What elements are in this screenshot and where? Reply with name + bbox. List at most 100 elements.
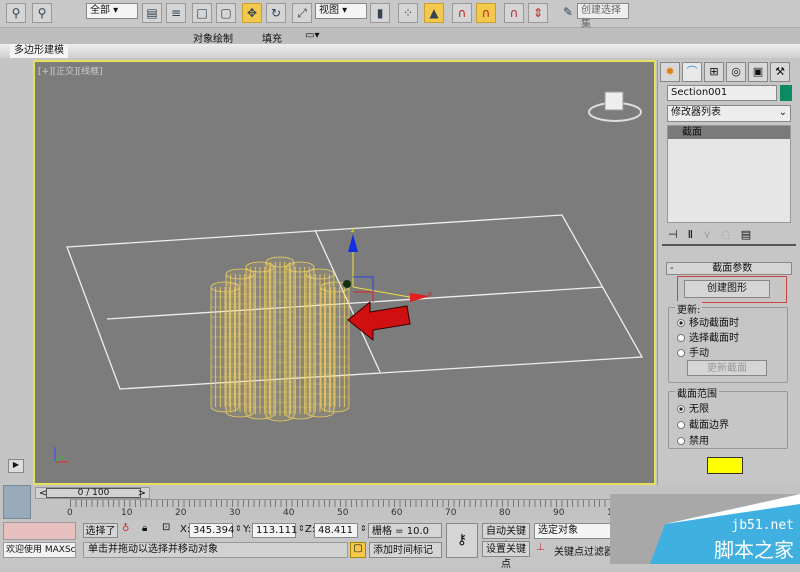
object-name-input[interactable]: Section001 <box>667 85 777 101</box>
hierarchy-tab-icon[interactable]: ⊞ <box>704 62 724 82</box>
radio-section-boundary[interactable]: 截面边界 <box>677 416 729 431</box>
keyboard-shortcut-icon[interactable]: ▲ <box>424 3 444 23</box>
time-slider-thumb[interactable]: 0 / 100 <box>46 488 141 498</box>
remove-modifier-icon[interactable]: ◌ <box>721 228 741 241</box>
pin-stack-icon[interactable]: ⊣ <box>668 228 688 241</box>
select-scale-icon[interactable]: ⤢ <box>292 3 312 23</box>
frame-tick-label: 0 <box>67 508 73 518</box>
set-key-icon[interactable]: ⚷ <box>446 523 478 558</box>
ribbon-options-icon[interactable]: ▭▾ <box>305 30 319 41</box>
ribbon-populate[interactable]: 填充 <box>262 30 282 45</box>
frame-tick-label: 90 <box>553 508 565 518</box>
viewport[interactable]: [+][正交][线框] x z <box>33 60 656 485</box>
snap-toggle-icon[interactable]: ∩ <box>452 3 472 23</box>
annotation-arrow <box>347 300 411 342</box>
select-move-icon[interactable]: ✥ <box>242 3 262 23</box>
selection-status: 选择了 <box>83 523 118 538</box>
radio-off[interactable]: 禁用 <box>677 432 709 447</box>
welcome-text: 欢迎使用 MAXSc <box>3 542 76 558</box>
absolute-mode-icon[interactable]: ⊡ <box>162 522 170 533</box>
window-crossing-icon[interactable]: ▢ <box>216 3 236 23</box>
move-gizmo: x z <box>343 226 432 302</box>
spinner-snap-icon[interactable]: ⇕ <box>528 3 548 23</box>
set-key-button[interactable]: 设置关键点 <box>482 541 530 570</box>
time-slider[interactable]: < 0 / 100 > <box>35 487 150 499</box>
maxscript-listener[interactable] <box>3 522 76 540</box>
configure-sets-icon[interactable]: ▤ <box>741 228 761 241</box>
axis-tripod <box>54 447 69 463</box>
show-end-result-icon[interactable]: Ⅱ <box>688 228 703 241</box>
tab-bar: 多边形建模 <box>0 44 800 58</box>
gizmo-z-label: z <box>351 226 355 234</box>
unlink-icon[interactable]: ⚲ <box>32 3 52 23</box>
frame-tick-label: 50 <box>337 508 349 518</box>
radio-when-section-selected[interactable]: 选择截面时 <box>677 329 739 344</box>
rollout-section-parameters[interactable]: - 截面参数 <box>666 262 792 275</box>
create-shape-button[interactable]: 创建图形 <box>684 280 770 298</box>
time-tag-icon[interactable]: ▢ <box>350 542 366 558</box>
update-section-button[interactable]: 更新截面 <box>687 360 767 376</box>
select-by-name-icon[interactable]: ≡ <box>166 3 186 23</box>
radio-manually[interactable]: 手动 <box>677 344 709 359</box>
stack-item-section[interactable]: 截面 <box>668 126 790 139</box>
tab-polygon-modeling[interactable]: 多边形建模 <box>10 44 68 58</box>
frame-tick-label: 10 <box>121 508 133 518</box>
selection-filter-dropdown[interactable]: 全部 ▾ <box>86 3 138 19</box>
rect-selection-icon[interactable]: □ <box>192 3 212 23</box>
motion-tab-icon[interactable]: ◎ <box>726 62 746 82</box>
modify-tab-icon[interactable]: ⌒ <box>682 62 702 82</box>
z-coordinate-input[interactable]: 48.411 <box>314 523 358 538</box>
divider <box>662 244 796 246</box>
key-mode-dropdown[interactable]: 选定对象 <box>534 523 614 539</box>
isolate-icon[interactable]: ♁ <box>122 523 129 534</box>
prompt-line: 单击并拖动以选择并移动对象 <box>83 542 348 558</box>
create-tab-icon[interactable]: ✹ <box>660 62 680 82</box>
lock-selection-icon[interactable]: 🔒︎ <box>142 523 147 534</box>
radio-infinite[interactable]: 无限 <box>677 400 709 415</box>
utilities-tab-icon[interactable]: ⚒ <box>770 62 790 82</box>
command-panel: ✹ ⌒ ⊞ ◎ ▣ ⚒ Section001 修改器列表 ⌄ 截面 ⊣Ⅱ⋎◌▤ -… <box>657 60 800 485</box>
section-color-swatch[interactable] <box>707 457 743 474</box>
key-filter-icon: ⊥ <box>536 542 545 553</box>
radio-when-section-moves[interactable]: 移动截面时 <box>677 314 739 329</box>
select-manipulate-icon[interactable]: ⁘ <box>398 3 418 23</box>
pivot-center-icon[interactable]: ▮ <box>370 3 390 23</box>
x-coordinate-input[interactable]: 345.394 <box>189 523 234 538</box>
mini-listener[interactable] <box>3 485 31 519</box>
select-rotate-icon[interactable]: ↻ <box>266 3 286 23</box>
object-color-swatch[interactable] <box>780 85 792 101</box>
frame-tick-label: 20 <box>175 508 187 518</box>
modifier-stack: 截面 <box>667 125 791 223</box>
frame-tick-label: 40 <box>283 508 295 518</box>
edit-named-selection-icon[interactable]: ✎ <box>558 3 578 23</box>
section-extents-group: 截面范围 无限 截面边界 禁用 <box>668 385 788 449</box>
z-spinner[interactable]: ⇕ <box>360 524 367 533</box>
update-group: 更新: 移动截面时 选择截面时 手动 更新截面 <box>668 301 788 383</box>
named-selection-input[interactable]: 创建选择集 <box>577 3 629 30</box>
gear-wireframe <box>210 256 350 422</box>
x-spinner[interactable]: ⇕ <box>235 524 242 533</box>
percent-snap-icon[interactable]: ∩ <box>504 3 524 23</box>
stack-tools: ⊣Ⅱ⋎◌▤ <box>668 228 792 241</box>
make-unique-icon[interactable]: ⋎ <box>703 228 721 241</box>
gear-tooth <box>320 281 350 413</box>
select-link-icon[interactable]: ⚲ <box>6 3 26 23</box>
frame-tick-label: 80 <box>499 508 511 518</box>
angle-snap-icon[interactable]: ∩ <box>476 3 496 23</box>
y-label: Y: <box>243 524 252 535</box>
y-coordinate-input[interactable]: 113.111 <box>252 523 297 538</box>
frame-tick-label: 60 <box>391 508 403 518</box>
reference-coordinate-dropdown[interactable]: 视图 ▾ <box>315 3 367 19</box>
modifier-list-dropdown[interactable]: 修改器列表 ⌄ <box>667 105 791 122</box>
y-spinner[interactable]: ⇕ <box>298 524 305 533</box>
add-time-tag-button[interactable]: 添加时间标记 <box>369 542 442 558</box>
auto-key-button[interactable]: 自动关键点 <box>482 523 530 552</box>
frame-tick-label: 70 <box>445 508 457 518</box>
ribbon-object-paint[interactable]: 对象绘制 <box>193 30 233 45</box>
display-tab-icon[interactable]: ▣ <box>748 62 768 82</box>
grid-size: 栅格 = 10.0 <box>368 523 442 538</box>
watermark: jb51.net 脚本之家 <box>610 494 800 564</box>
track-bar[interactable]: 0102030405060708090100 <box>67 499 624 519</box>
play-icon[interactable]: ▶ <box>8 459 24 473</box>
select-object-icon[interactable]: ▤ <box>142 3 162 23</box>
